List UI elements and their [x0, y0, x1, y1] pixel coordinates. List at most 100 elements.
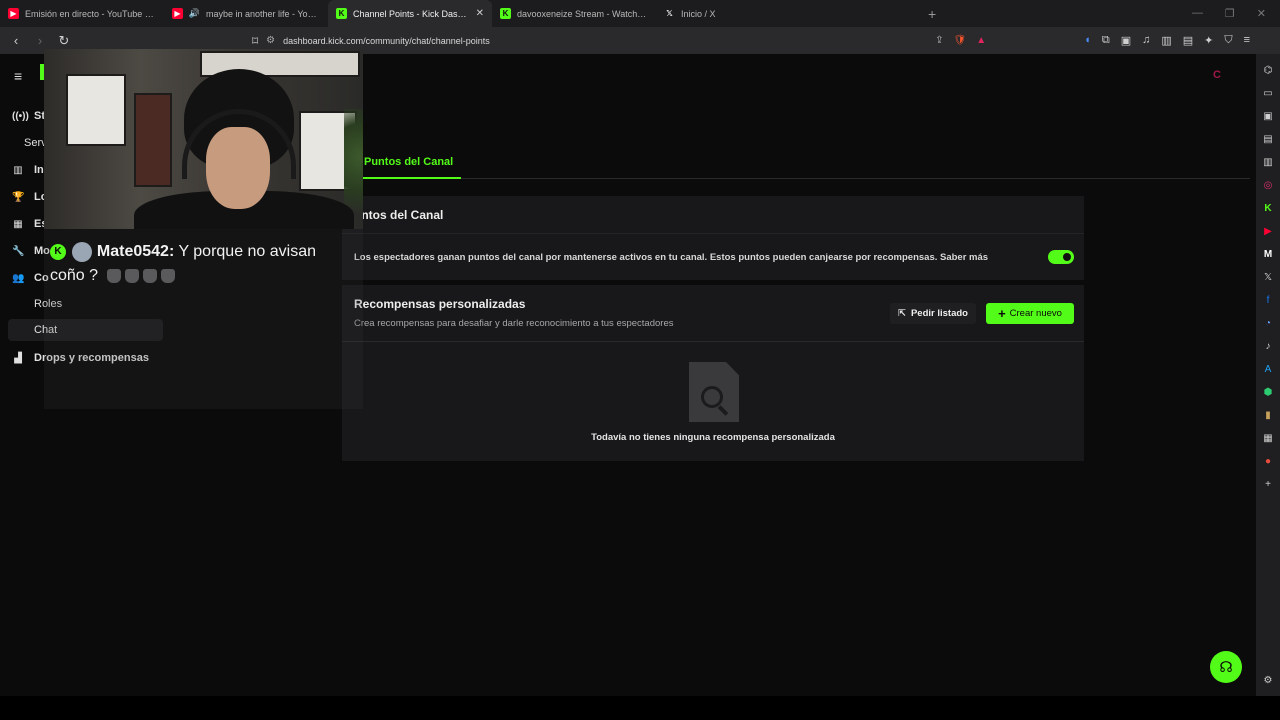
- webcam-overlay: [44, 49, 363, 229]
- bookmarks-icon[interactable]: ▥: [1262, 154, 1274, 170]
- tab-kick-dashboard[interactable]: K Channel Points - Kick Dashboard ✕: [328, 0, 492, 27]
- tab-youtube[interactable]: ▶ 🔊 maybe in another life - YouTube: [164, 0, 328, 27]
- address-bar[interactable]: ⚙ dashboard.kick.com/community/chat/chan…: [266, 30, 987, 51]
- url-text: dashboard.kick.com/community/chat/channe…: [283, 35, 490, 46]
- close-tab-icon[interactable]: ✕: [476, 8, 484, 19]
- card-icon[interactable]: ▦: [1262, 430, 1274, 446]
- extensions-icon[interactable]: ⧉: [1102, 34, 1110, 47]
- music-icon[interactable]: ♫: [1142, 34, 1150, 47]
- settings-tabs: Puntos del Canal: [350, 150, 1250, 179]
- sidebar-item-label: In: [34, 164, 44, 176]
- create-reward-button[interactable]: + Crear nuevo: [986, 303, 1074, 324]
- x-icon: 𝕏: [666, 9, 673, 18]
- wallet-icon[interactable]: ▤: [1183, 34, 1193, 47]
- user-avatar[interactable]: C: [1210, 68, 1224, 82]
- wallet-icon[interactable]: ▣: [1262, 108, 1274, 124]
- trophy-icon: 🏆: [12, 191, 25, 203]
- x-icon[interactable]: 𝕏: [1262, 269, 1274, 285]
- custom-rewards-header: Recompensas personalizadas Crea recompen…: [342, 285, 1084, 342]
- headset-icon: ☊: [1219, 659, 1233, 676]
- chart-icon: ▥: [13, 164, 23, 176]
- stats-icon: ▦: [13, 218, 23, 230]
- emote-icon: [124, 268, 139, 283]
- facebook-icon[interactable]: f: [1262, 292, 1274, 308]
- red-ext-icon[interactable]: ●: [1262, 453, 1274, 469]
- vpn-icon[interactable]: ⛉: [1224, 34, 1232, 47]
- close-window-icon[interactable]: ✕: [1257, 7, 1266, 20]
- messenger-icon[interactable]: ◔: [1262, 315, 1274, 331]
- sidebar-item-stats[interactable]: ▦ Es: [12, 218, 47, 230]
- m-app-icon[interactable]: M: [1262, 246, 1274, 262]
- tab-kick-stream[interactable]: K davooxeneize Stream - Watch Live o: [492, 0, 656, 27]
- custom-rewards-title: Recompensas personalizadas: [354, 297, 526, 311]
- empty-search-document-icon: [689, 362, 739, 422]
- support-chat-button[interactable]: ☊: [1210, 651, 1242, 683]
- wrench-icon: 🔧: [12, 245, 25, 257]
- tab-youtube-studio[interactable]: ▶ Emisión en directo - YouTube Studio: [0, 0, 164, 27]
- tiktok-icon[interactable]: ♪: [1262, 338, 1274, 354]
- chat-message: K Mate0542: Y porque no avisan coño ?: [50, 240, 350, 288]
- channel-points-row: Los espectadores ganan puntos del canal …: [342, 234, 1084, 280]
- reload-icon[interactable]: ↻: [56, 33, 72, 49]
- site-info-icon[interactable]: ⚙: [266, 35, 275, 46]
- translate-icon[interactable]: A: [1262, 361, 1274, 377]
- request-list-button[interactable]: ⇱ Pedir listado: [890, 303, 976, 324]
- instagram-icon[interactable]: ◎: [1262, 177, 1274, 193]
- brave-rewards-icon[interactable]: ▲: [976, 35, 986, 46]
- channel-points-title: untos del Canal: [342, 196, 1084, 234]
- back-icon[interactable]: ‹: [8, 33, 24, 48]
- tab-title: Emisión en directo - YouTube Studio: [25, 8, 156, 19]
- speaker-icon: 🔊: [188, 8, 201, 18]
- shield-ext-icon[interactable]: ⬢: [1262, 384, 1274, 400]
- kick-icon[interactable]: K: [1262, 200, 1274, 216]
- list-request-icon: ⇱: [898, 308, 906, 319]
- share-icon[interactable]: ⇪: [935, 35, 943, 46]
- sidebar-toggle-icon[interactable]: ▥: [1161, 34, 1171, 47]
- add-panel-icon[interactable]: +: [1262, 476, 1274, 492]
- sidebar-item-stream[interactable]: ((•)) St: [12, 110, 45, 122]
- avatar: [72, 241, 93, 262]
- tab-title: davooxeneize Stream - Watch Live o: [517, 8, 648, 19]
- sidebar-item-achievements[interactable]: 🏆 Lo: [12, 191, 47, 203]
- screenshot-icon[interactable]: ▣: [1121, 34, 1131, 47]
- window-controls: — ❐ ✕: [1192, 7, 1280, 20]
- plus-icon: +: [998, 306, 1006, 321]
- hamburger-menu-icon[interactable]: ≡: [14, 68, 22, 84]
- kick-icon: K: [500, 8, 511, 19]
- new-tab-button[interactable]: +: [918, 6, 946, 22]
- emote-icon: [160, 268, 175, 283]
- bottom-strip: [0, 696, 1280, 720]
- empty-state-text: Todavía no tienes ninguna recompensa per…: [591, 432, 835, 443]
- minimize-icon[interactable]: —: [1192, 7, 1203, 20]
- media-icon[interactable]: ▭: [1262, 85, 1274, 101]
- browser-side-panel: ⌬ ▭ ▣ ▤ ▥ ◎ K ▶ M 𝕏 f ◔ ♪ A ⬢ ▮ ▦ ● + ⚙: [1256, 54, 1280, 696]
- forward-icon[interactable]: ›: [32, 33, 48, 48]
- tab-title: Channel Points - Kick Dashboard: [353, 8, 470, 19]
- restore-icon[interactable]: ❐: [1225, 7, 1235, 20]
- tab-title: Inicio / X: [681, 8, 716, 19]
- menu-icon[interactable]: ≡: [1244, 34, 1250, 47]
- tab-channel-points[interactable]: Puntos del Canal: [350, 150, 462, 179]
- url-actions: ⇪ 🛡 ▲: [935, 35, 986, 46]
- channel-points-description: Los espectadores ganan puntos del canal …: [354, 251, 989, 263]
- drops-icon: ▟: [14, 352, 22, 364]
- sidebar-item-insights[interactable]: ▥ In: [12, 164, 44, 176]
- gear-icon[interactable]: ⚙: [1262, 672, 1274, 688]
- audio-icon[interactable]: ◖: [1084, 34, 1091, 47]
- tab-x[interactable]: 𝕏 Inicio / X: [656, 0, 820, 27]
- request-list-label: Pedir listado: [910, 308, 968, 319]
- youtube-icon: ▶: [172, 8, 183, 19]
- channel-points-toggle[interactable]: [1048, 250, 1074, 264]
- custom-rewards-subtitle: Crea recompensas para desafiar y darle r…: [354, 318, 674, 329]
- kick-badge-icon: K: [50, 243, 66, 260]
- bookmark-icon[interactable]: ⌑: [252, 34, 258, 48]
- youtube-icon[interactable]: ▶: [1262, 223, 1274, 239]
- channel-points-panel: untos del Canal Los espectadores ganan p…: [342, 196, 1084, 280]
- brave-shields-icon[interactable]: 🛡: [954, 35, 967, 46]
- create-reward-label: Crear nuevo: [1009, 308, 1062, 319]
- emote-icon: [106, 268, 121, 283]
- pin-icon[interactable]: ⌬: [1262, 62, 1274, 78]
- pin-ext-icon[interactable]: ▮: [1262, 407, 1274, 423]
- leo-ai-icon[interactable]: ✦: [1204, 34, 1213, 47]
- reading-list-icon[interactable]: ▤: [1262, 131, 1274, 147]
